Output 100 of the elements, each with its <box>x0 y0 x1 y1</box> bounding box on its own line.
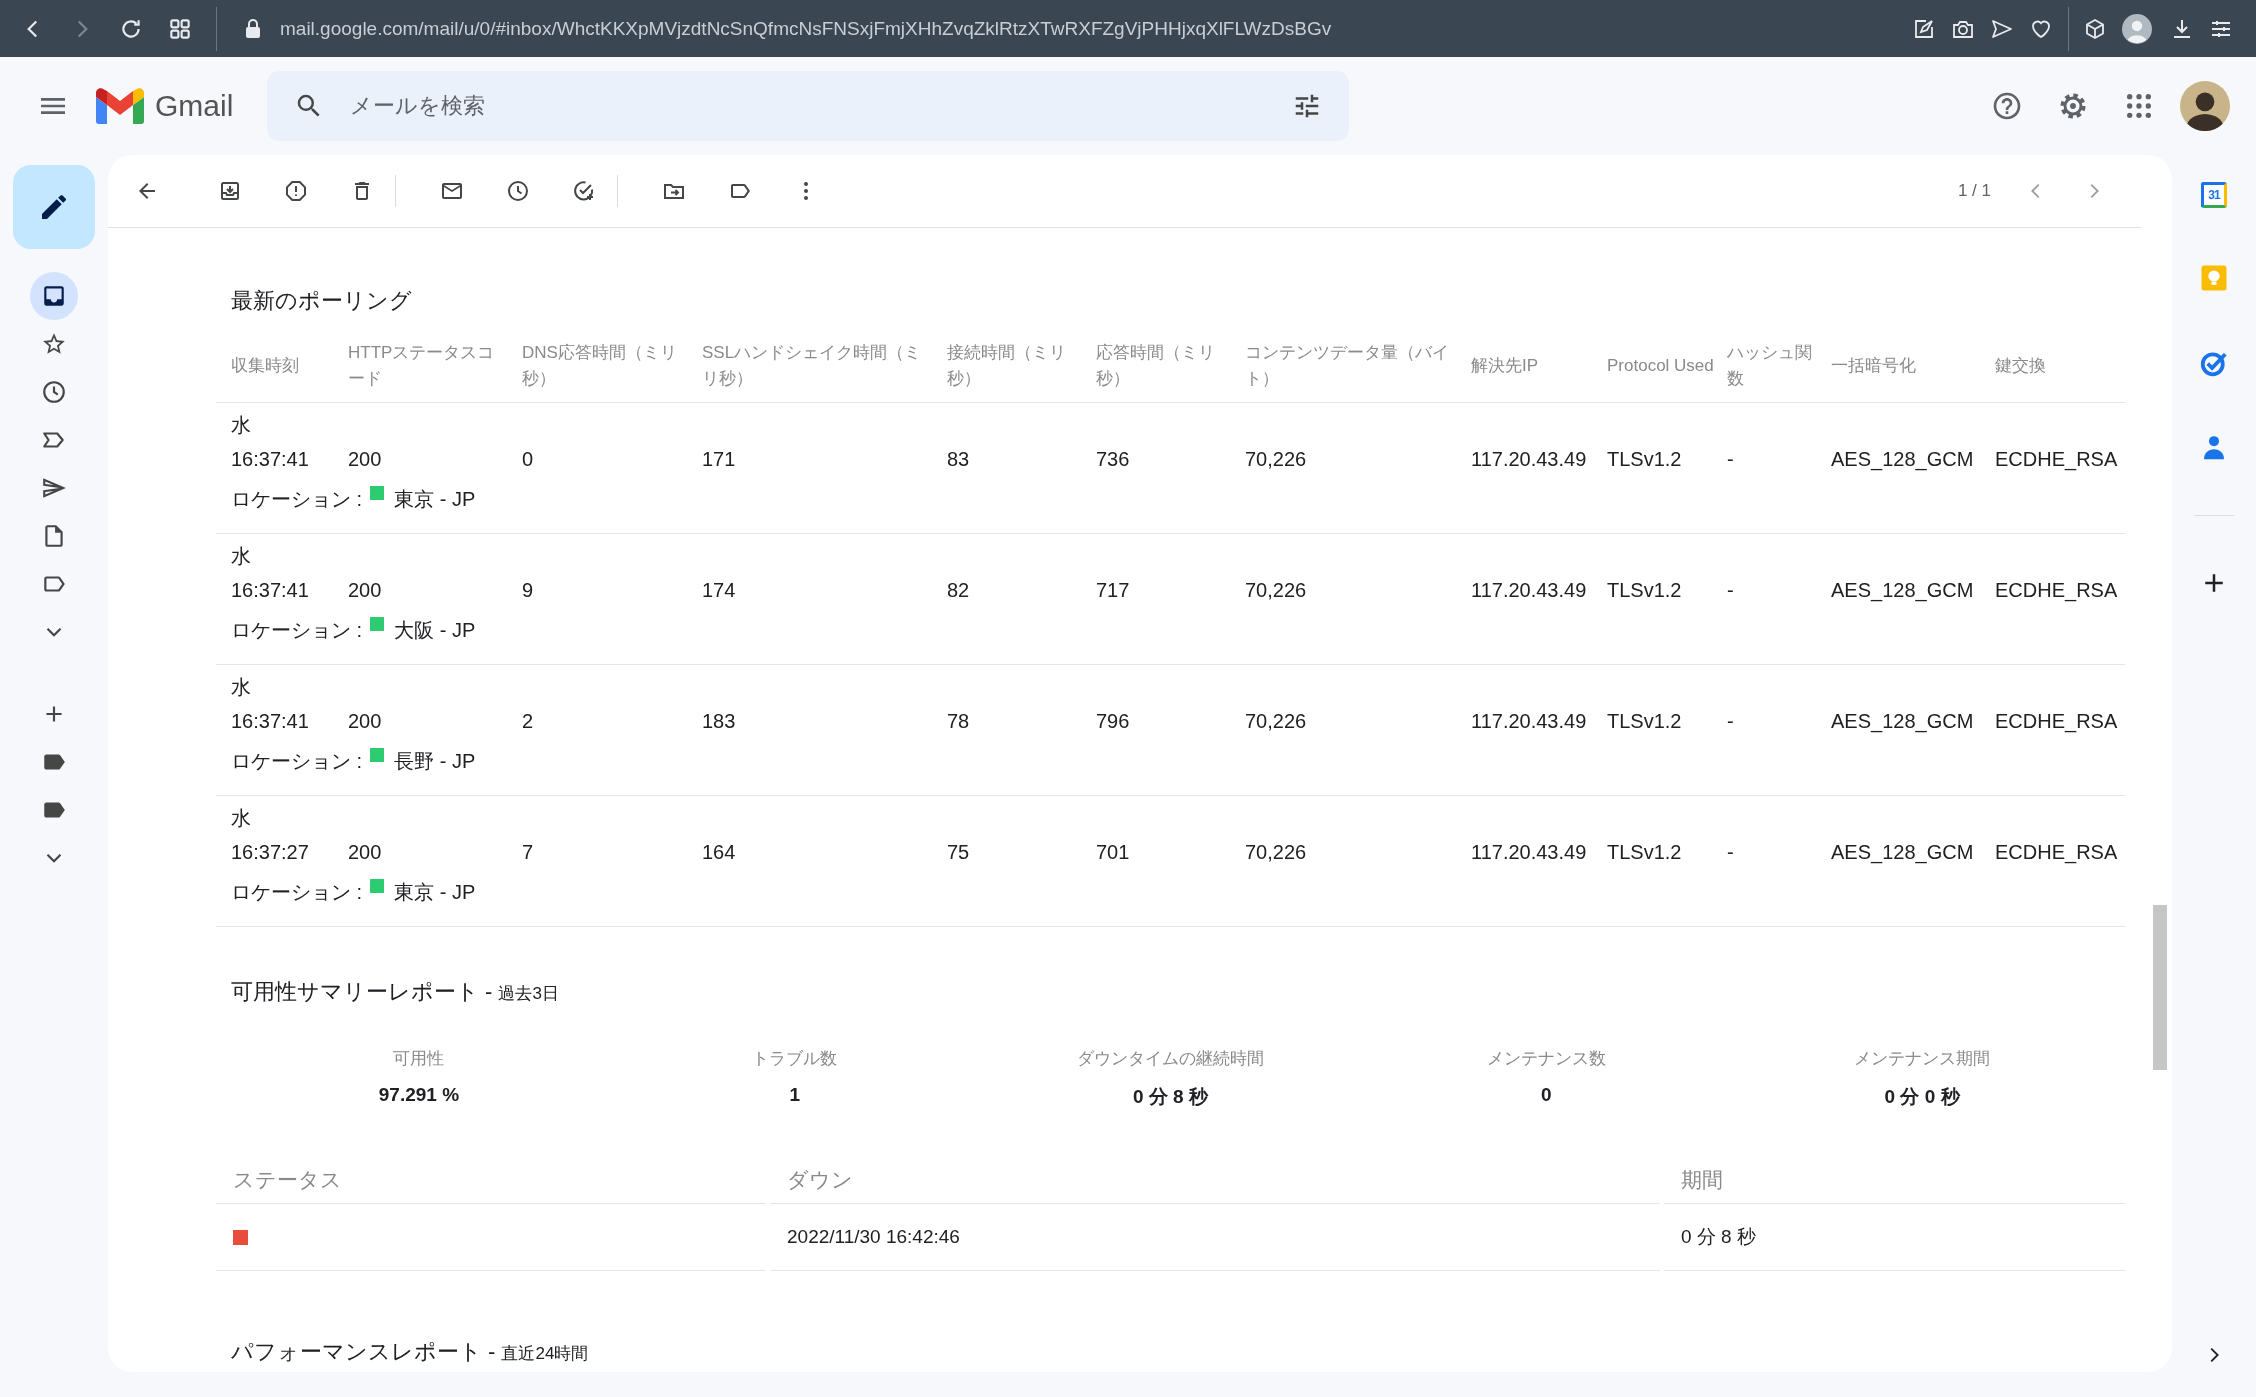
column-header: 解決先IP <box>1471 355 1540 377</box>
table-cell-text: 701 <box>1096 840 1131 864</box>
column-header: 期間 <box>1664 1160 2125 1204</box>
gmail-logo-icon[interactable] <box>96 88 144 124</box>
period-label: 過去3日 <box>498 983 559 1005</box>
table-cell-text: 水 <box>231 543 252 569</box>
snooze-icon[interactable] <box>506 179 530 203</box>
table-cell-text: 82 <box>947 578 971 602</box>
table-cell-text: 70,226 <box>1245 578 1308 602</box>
table-cell-text: 16:37:41 <box>231 447 310 471</box>
stat-value: 97.291 % <box>377 1084 461 1106</box>
page-count: 1 / 1 <box>1957 181 1991 201</box>
column-header: 応答時間（ミリ秒） <box>1096 342 1216 390</box>
table-cell-text: ECDHE_RSA <box>1995 578 2119 602</box>
table-cell-text: 200 <box>348 447 383 471</box>
scrollbar-thumb[interactable] <box>2153 905 2167 1070</box>
stat-value: 0 <box>1540 1084 1553 1106</box>
table-cell-text: 70,226 <box>1245 709 1308 733</box>
table-cell-text: ECDHE_RSA <box>1995 709 2119 733</box>
archive-icon[interactable] <box>218 179 242 203</box>
send-icon <box>41 475 67 501</box>
table-cell-text: AES_128_GCM <box>1831 578 1975 602</box>
table-cell-text: AES_128_GCM <box>1831 840 1975 864</box>
table-cell-text: TLSv1.2 <box>1607 578 1683 602</box>
table-cell-text: 16:37:41 <box>231 709 310 733</box>
cube-icon[interactable] <box>2083 16 2107 41</box>
stat-value: 0 分 8 秒 <box>1132 1085 1210 1109</box>
table-cell-text: 0 <box>522 447 535 471</box>
location-label: ロケーション : <box>231 486 363 512</box>
column-header: Protocol Used <box>1607 355 1715 377</box>
column-header: ステータス <box>216 1160 766 1204</box>
column-header: SSLハンドシェイク時間（ミリ秒） <box>702 342 923 390</box>
address-bar-url[interactable]: mail.google.com/mail/u/0/#inbox/WhctKKXpMVjzdtNcSnQfmcNsFNSxjFmjXHhZvqZklRtzXTwRXFZgVjPHHjxqXlFLWzDsBGv <box>280 17 1332 40</box>
table-cell-text: - <box>1727 709 1735 733</box>
compose-button[interactable] <box>13 165 95 249</box>
table-cell-text: 7 <box>522 840 535 864</box>
table-cell-text: 83 <box>947 447 971 471</box>
location-label: ロケーション : <box>231 748 363 774</box>
column-header: DNS応答時間（ミリ秒） <box>522 342 678 390</box>
table-cell-text: 2 <box>522 709 535 733</box>
avatar[interactable] <box>2180 81 2230 131</box>
period-label: 直近24時間 <box>501 1343 589 1365</box>
column-header: 接続時間（ミリ秒） <box>947 342 1067 390</box>
table-cell-text: TLSv1.2 <box>1607 447 1683 471</box>
table-cell-text: 75 <box>947 840 971 864</box>
table-cell-text: 717 <box>1096 578 1131 602</box>
table-cell-text: 796 <box>1096 709 1131 733</box>
app-name: Gmail <box>155 89 234 123</box>
section-title: パフォーマンスレポート - <box>231 1338 496 1366</box>
table-cell-text: 78 <box>947 709 971 733</box>
stat-value: 1 <box>788 1084 801 1106</box>
column-header: HTTPステータスコード <box>348 342 496 390</box>
table-cell-text: - <box>1727 840 1735 864</box>
column-header: 収集時刻 <box>231 355 300 377</box>
table-cell-text: 16:37:41 <box>231 578 310 602</box>
location-name: 東京 - JP <box>394 879 476 905</box>
add-task-icon[interactable] <box>572 179 596 203</box>
table-cell-text: 164 <box>702 840 737 864</box>
nav-item[interactable] <box>30 272 78 320</box>
help-icon[interactable] <box>1991 90 2023 122</box>
table-cell-text: 70,226 <box>1245 447 1308 471</box>
clock-icon <box>41 379 67 405</box>
table-cell-text: 117.20.43.49 <box>1471 447 1588 471</box>
location-label: ロケーション : <box>231 617 363 643</box>
table-cell-text: 水 <box>231 412 252 438</box>
search-field[interactable]: メールを検索 <box>267 71 1350 141</box>
stat-label: 可用性 <box>392 1048 446 1070</box>
table-cell-text: 70,226 <box>1245 840 1308 864</box>
table-cell-text: 200 <box>348 709 383 733</box>
column-header: ダウン <box>770 1160 1660 1204</box>
table-cell-text: 174 <box>702 578 737 602</box>
table-cell: 0 分 8 秒 <box>1664 1204 2125 1271</box>
profile-avatar-icon[interactable] <box>2122 13 2152 44</box>
table-cell-text: AES_128_GCM <box>1831 447 1975 471</box>
stat-value: 0 分 0 秒 <box>1883 1085 1962 1109</box>
table-cell-text: 200 <box>348 578 383 602</box>
table-cell-text: 117.20.43.49 <box>1471 709 1588 733</box>
table-cell-text: ECDHE_RSA <box>1995 447 2119 471</box>
inbox-icon <box>41 283 67 309</box>
location-name: 大阪 - JP <box>394 617 476 643</box>
table-cell-text: AES_128_GCM <box>1831 709 1975 733</box>
table-cell-text: 水 <box>231 674 252 700</box>
table-cell-text: 水 <box>231 805 252 831</box>
location-name: 長野 - JP <box>394 748 476 774</box>
column-header: ハッシュ関数 <box>1727 342 1813 390</box>
table-cell-text: 736 <box>1096 447 1131 471</box>
table-cell-text: TLSv1.2 <box>1607 709 1683 733</box>
location-name: 東京 - JP <box>394 486 476 512</box>
stat-label: トラブル数 <box>751 1048 839 1070</box>
location-label: ロケーション : <box>231 879 363 905</box>
table-cell-text: 117.20.43.49 <box>1471 840 1588 864</box>
table-cell-text: 9 <box>522 578 535 602</box>
report-spam-icon[interactable] <box>284 179 308 203</box>
column-header: コンテンツデータ量（バイト） <box>1245 342 1450 390</box>
table-cell: 2022/11/30 16:42:46 <box>770 1204 1660 1271</box>
calendar-icon[interactable]: 31 <box>2201 182 2227 208</box>
stat-label: ダウンタイムの継続時間 <box>1076 1048 1265 1070</box>
table-cell-text: 16:37:27 <box>231 840 310 864</box>
stat-label: メンテナンス数 <box>1485 1048 1607 1070</box>
section-title: 最新のポーリング <box>230 287 413 315</box>
